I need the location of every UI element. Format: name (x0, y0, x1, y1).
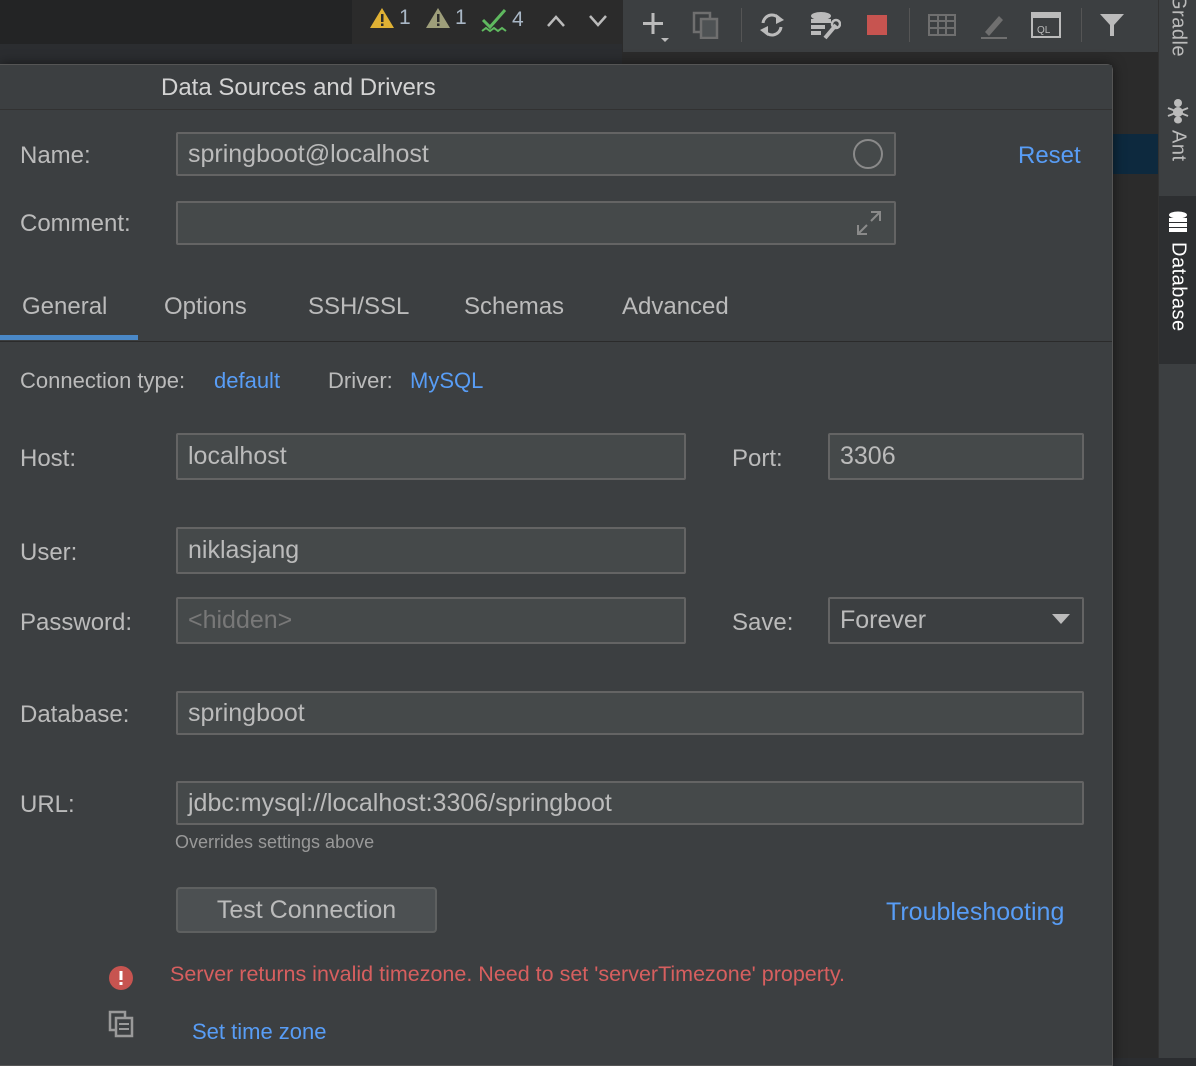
dialog-titlebar: Data Sources and Drivers (0, 65, 1112, 110)
ant-icon (1167, 99, 1189, 124)
svg-text:QL: QL (1037, 25, 1051, 36)
weak-warning-count: 1 (455, 6, 467, 29)
editor-header: 1 1 4 (0, 0, 622, 44)
toolbar-separator (741, 8, 742, 42)
port-field[interactable]: 3306 (828, 433, 1084, 480)
user-value: niklasjang (188, 536, 300, 564)
driver-label: Driver: (328, 368, 393, 393)
dialog-title: Data Sources and Drivers (161, 74, 436, 101)
error-icon (109, 966, 133, 990)
host-label: Host: (20, 445, 77, 472)
weak-warning-indicator[interactable]: 1 (425, 6, 467, 30)
name-label: Name: (20, 142, 91, 169)
warning-icon (370, 8, 394, 28)
name-value: springboot@localhost (188, 139, 429, 168)
database-field[interactable]: springboot (176, 691, 1084, 735)
url-hint: Overrides settings above (175, 832, 375, 852)
color-circle-icon[interactable] (852, 138, 884, 170)
previous-highlight-button[interactable] (539, 4, 573, 38)
gradle-tool-tab[interactable]: Gradle (1159, 0, 1196, 74)
edit-button[interactable] (977, 8, 1011, 42)
dropdown-arrow-icon (1052, 614, 1070, 624)
ant-tool-tab[interactable]: Ant (1159, 98, 1196, 184)
weak-warning-icon (426, 8, 450, 28)
add-button[interactable] (637, 8, 671, 42)
copy-icon (692, 11, 719, 39)
data-sources-dialog: Data Sources and Drivers Name: springboo… (0, 64, 1113, 1066)
save-label: Save: (732, 609, 794, 636)
reset-link[interactable]: Reset (1018, 142, 1081, 170)
refresh-button[interactable] (755, 8, 789, 42)
stop-icon (867, 15, 887, 35)
tree-selection (1112, 134, 1158, 174)
database-icon (1169, 211, 1187, 232)
database-value: springboot (188, 698, 305, 727)
tab-schemas[interactable]: Schemas (464, 293, 564, 321)
port-label: Port: (732, 445, 783, 472)
save-value: Forever (840, 606, 927, 634)
chevron-down-icon (589, 15, 607, 27)
warning-count: 1 (399, 6, 411, 29)
database-wrench-icon (811, 12, 841, 40)
test-connection-button[interactable]: Test Connection (176, 887, 437, 933)
driver-link[interactable]: MySQL (410, 368, 483, 394)
name-field[interactable]: springboot@localhost (176, 132, 896, 176)
url-label: URL: (20, 791, 75, 818)
filter-icon (1100, 14, 1124, 36)
refresh-icon (760, 13, 784, 37)
database-toolbar: QL (622, 0, 1159, 52)
gradle-tab-label: Gradle (1167, 0, 1190, 58)
typo-check-icon (481, 9, 507, 33)
editor-tab-strip (0, 0, 352, 44)
typo-count: 4 (512, 8, 524, 31)
query-console-button[interactable]: QL (1029, 8, 1063, 42)
database-label: Database: (20, 701, 130, 728)
save-dropdown[interactable]: Forever (828, 597, 1084, 644)
connection-type-link[interactable]: default (214, 368, 280, 394)
tab-ssh-ssl[interactable]: SSH/SSL (308, 293, 409, 321)
pencil-icon (981, 16, 1007, 39)
typo-indicator[interactable]: 4 (480, 6, 524, 34)
console-icon: QL (1031, 12, 1061, 38)
password-field[interactable]: <hidden> (176, 597, 686, 644)
warning-indicator[interactable]: 1 (369, 6, 411, 30)
host-field[interactable]: localhost (176, 433, 686, 480)
settings-tabs: General Options SSH/SSL Schemas Advanced (0, 279, 1112, 342)
table-icon (928, 14, 956, 36)
filter-button[interactable] (1095, 8, 1129, 42)
tab-general[interactable]: General (22, 293, 107, 321)
connection-type-label: Connection type: (20, 368, 186, 393)
host-value: localhost (188, 442, 287, 470)
url-value: jdbc:mysql://localhost:3306/springboot (188, 788, 612, 817)
table-view-button[interactable] (925, 8, 959, 42)
toolbar-separator (909, 8, 910, 42)
user-field[interactable]: niklasjang (176, 527, 686, 574)
comment-label: Comment: (20, 210, 131, 237)
duplicate-button[interactable] (689, 8, 723, 42)
right-tool-strip: Gradle Ant Database (1158, 0, 1196, 1058)
port-value: 3306 (840, 442, 896, 470)
plus-icon (643, 13, 669, 42)
database-tool-tab[interactable]: Database (1159, 196, 1196, 364)
data-source-properties-button[interactable] (808, 8, 842, 42)
tab-options[interactable]: Options (164, 293, 247, 321)
troubleshooting-link[interactable]: Troubleshooting (886, 898, 1064, 927)
password-label: Password: (20, 609, 133, 636)
next-highlight-button[interactable] (581, 4, 615, 38)
url-field[interactable]: jdbc:mysql://localhost:3306/springboot (176, 781, 1084, 825)
tab-advanced[interactable]: Advanced (622, 293, 729, 321)
chevron-up-icon (547, 15, 565, 27)
ant-tab-label: Ant (1167, 130, 1190, 162)
set-time-zone-link[interactable]: Set time zone (192, 1019, 327, 1045)
comment-field[interactable] (176, 201, 896, 245)
database-tab-label: Database (1167, 242, 1190, 332)
active-tab-indicator (0, 335, 138, 340)
copy-icon[interactable] (108, 1010, 136, 1038)
stop-button[interactable] (860, 8, 894, 42)
password-placeholder: <hidden> (188, 606, 293, 634)
toolbar-separator (1081, 8, 1082, 42)
expand-icon[interactable] (856, 210, 882, 236)
user-label: User: (20, 539, 78, 566)
error-message: Server returns invalid timezone. Need to… (170, 962, 845, 986)
